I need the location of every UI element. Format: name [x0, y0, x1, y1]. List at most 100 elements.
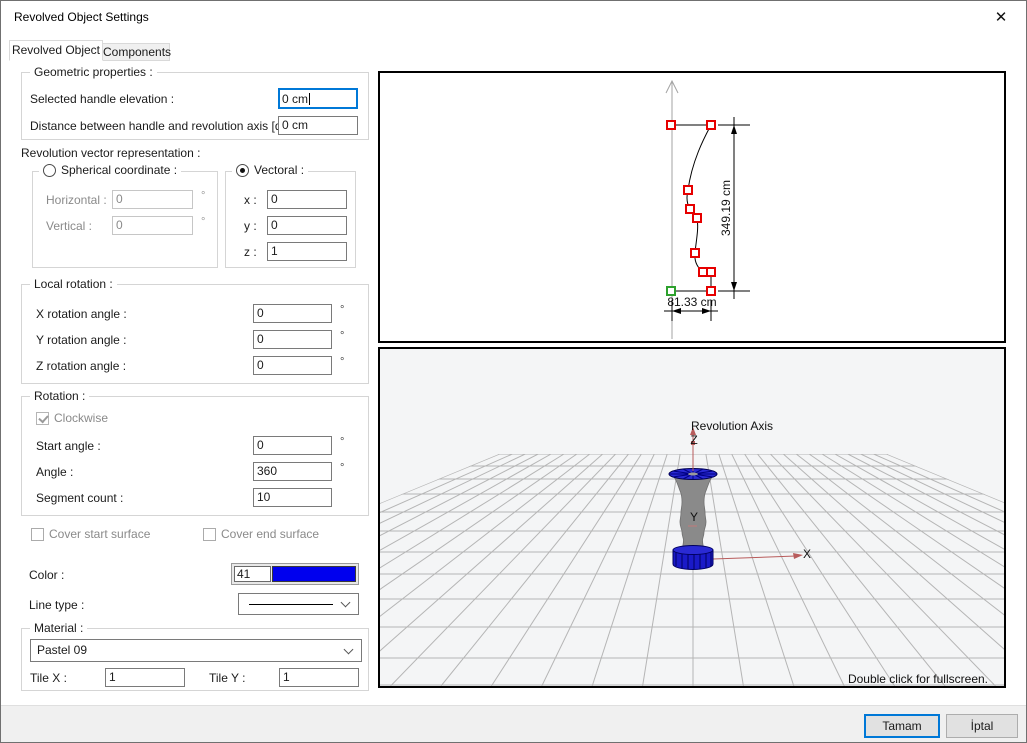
profile-handle[interactable] [707, 121, 715, 129]
cover-start-surface-label: Cover start surface [49, 527, 150, 541]
revolved-object-settings-dialog: Revolved Object Settings ✕ Revolved Obje… [0, 0, 1027, 743]
tile-y-input[interactable]: 1 [279, 668, 359, 687]
handle-axis-distance-input[interactable]: 0 cm [278, 116, 358, 135]
base-top-face [673, 546, 713, 555]
profile-handle[interactable] [699, 268, 707, 276]
height-dimension-label: 349.19 cm [719, 180, 733, 236]
x-rotation-label: X rotation angle : [36, 307, 127, 321]
tile-x-label: Tile X : [30, 671, 67, 685]
dim-arrow-icon [731, 125, 737, 134]
tile-y-label: Tile Y : [209, 671, 245, 685]
ok-button[interactable]: Tamam [864, 714, 940, 738]
spherical-coordinate-group: Spherical coordinate : Horizontal : 0 ° … [32, 171, 218, 268]
angle-degree-unit: ° [340, 462, 344, 474]
tab-components[interactable]: Components [102, 43, 170, 61]
color-swatch [272, 566, 356, 582]
line-type-label: Line type : [29, 598, 84, 612]
x-rotation-input[interactable]: 0 [253, 304, 332, 323]
rotation-legend: Rotation : [30, 389, 89, 403]
material-legend: Material : [30, 621, 87, 635]
handle-axis-distance-label: Distance between handle and revolution a… [30, 119, 292, 133]
profile-handle[interactable] [707, 268, 715, 276]
revolution-axis-label: Revolution Axis [691, 419, 773, 433]
clockwise-checkbox[interactable] [36, 412, 49, 425]
vector-z-input[interactable]: 1 [267, 242, 347, 261]
profile-handle[interactable] [667, 121, 675, 129]
text-caret [309, 93, 310, 105]
horizontal-input[interactable]: 0 [112, 190, 193, 209]
segment-count-label: Segment count : [36, 491, 123, 505]
x-axis-line [713, 556, 796, 559]
vector-y-input[interactable]: 0 [267, 216, 347, 235]
chevron-down-icon [344, 644, 354, 654]
local-rotation-group: Local rotation : X rotation angle : 0 ° … [21, 284, 369, 384]
vector-y-label: y : [244, 219, 257, 233]
vectoral-group: Vectoral : x : 0 y : 0 z : 1 [225, 171, 356, 268]
y-rotation-input[interactable]: 0 [253, 330, 332, 349]
y-rotation-degree-unit: ° [340, 330, 344, 342]
z-rotation-label: Z rotation angle : [36, 359, 126, 373]
profile-preview-canvas[interactable]: 349.19 cm 81.33 cm [378, 71, 1006, 343]
segment-count-input[interactable]: 10 [253, 488, 332, 507]
preview-3d-svg: Revolution Axis Z Y X Double click for f… [380, 349, 1004, 686]
clockwise-label: Clockwise [54, 411, 108, 425]
profile-handle[interactable] [707, 287, 715, 295]
material-group: Material : Pastel 09 Tile X : 1 Tile Y :… [21, 628, 369, 691]
tile-x-input[interactable]: 1 [105, 668, 185, 687]
width-dimension-label: 81.33 cm [667, 295, 716, 309]
x-axis-label: X [803, 547, 811, 561]
horizontal-degree-unit: ° [201, 190, 205, 202]
vector-x-input[interactable]: 0 [267, 190, 347, 209]
horizontal-label: Horizontal : [46, 193, 107, 207]
y-axis-label: Y [690, 510, 698, 524]
line-type-dropdown[interactable] [238, 593, 359, 615]
tab-revolved-object[interactable]: Revolved Object [9, 40, 103, 61]
z-axis-label: Z [690, 433, 697, 447]
z-rotation-input[interactable]: 0 [253, 356, 332, 375]
cover-end-surface-checkbox[interactable] [203, 528, 216, 541]
close-icon[interactable]: ✕ [986, 6, 1016, 30]
solid-line-sample [249, 604, 333, 605]
spherical-radio[interactable] [43, 164, 56, 177]
profile-handle[interactable] [686, 205, 694, 213]
fullscreen-hint: Double click for fullscreen. [848, 672, 988, 686]
revolve-3d-preview-canvas[interactable]: Revolution Axis Z Y X Double click for f… [378, 347, 1006, 688]
geometric-properties-group: Geometric properties : Selected handle e… [21, 72, 369, 140]
start-angle-label: Start angle : [36, 439, 101, 453]
vertical-input[interactable]: 0 [112, 216, 193, 235]
x-rotation-degree-unit: ° [340, 304, 344, 316]
spherical-radio-label: Spherical coordinate : [61, 163, 177, 177]
vertical-label: Vertical : [46, 219, 92, 233]
profile-handles [667, 121, 715, 295]
vectoral-radio-label: Vectoral : [254, 163, 304, 177]
window-title: Revolved Object Settings [14, 10, 149, 24]
z-rotation-degree-unit: ° [340, 356, 344, 368]
dim-arrow-icon [731, 282, 737, 291]
title-bar: Revolved Object Settings ✕ [1, 1, 1026, 33]
rotation-group: Rotation : Clockwise Start angle : 0 ° A… [21, 396, 369, 516]
material-dropdown[interactable]: Pastel 09 [30, 639, 362, 662]
cover-end-surface-label: Cover end surface [221, 527, 319, 541]
color-label: Color : [29, 568, 64, 582]
profile-handle[interactable] [693, 214, 701, 222]
x-axis-arrow-icon [793, 553, 803, 559]
start-angle-input[interactable]: 0 [253, 436, 332, 455]
geometric-properties-legend: Geometric properties : [30, 65, 157, 79]
profile-handle[interactable] [684, 186, 692, 194]
cover-start-surface-checkbox[interactable] [31, 528, 44, 541]
color-picker[interactable]: 41 [231, 563, 359, 585]
dialog-footer: Tamam İptal [1, 705, 1026, 743]
start-angle-degree-unit: ° [340, 436, 344, 448]
chevron-down-icon [341, 598, 351, 608]
revolution-vector-heading: Revolution vector representation : [21, 146, 200, 160]
y-rotation-label: Y rotation angle : [36, 333, 127, 347]
cancel-button[interactable]: İptal [946, 714, 1018, 738]
profile-origin-handle[interactable] [667, 287, 675, 295]
vector-x-label: x : [244, 193, 257, 207]
vectoral-radio[interactable] [236, 164, 249, 177]
profile-handle[interactable] [691, 249, 699, 257]
handle-elevation-input[interactable]: 0 cm [278, 88, 358, 109]
vertical-degree-unit: ° [201, 216, 205, 228]
angle-input[interactable]: 360 [253, 462, 332, 481]
profile-preview-svg: 349.19 cm 81.33 cm [380, 73, 1004, 341]
